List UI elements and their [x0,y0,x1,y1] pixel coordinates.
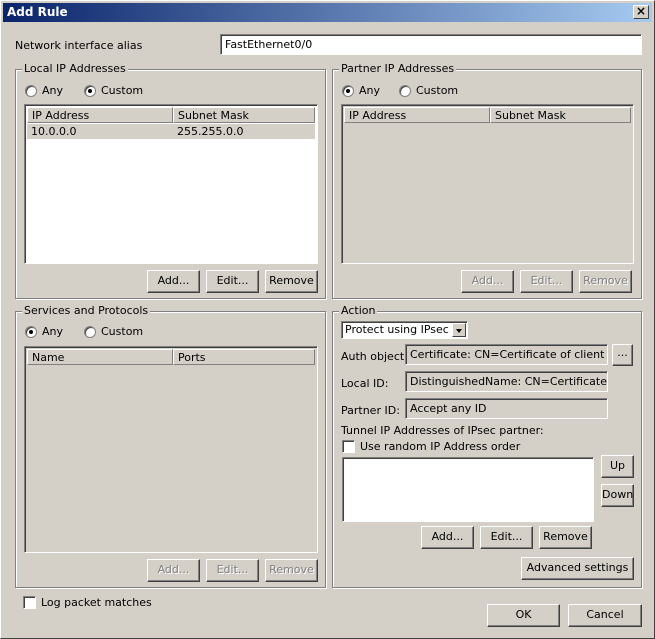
action-select[interactable]: Protect using IPsec [341,321,468,339]
local-ip-remove-button[interactable]: Remove [265,270,318,293]
radio-icon [399,84,411,97]
column-header-ip[interactable]: IP Address [27,107,173,123]
column-header-name[interactable]: Name [27,349,173,365]
services-any-label: Any [42,325,64,338]
add-rule-dialog: Add Rule × Network interface alias FastE… [0,0,655,639]
checkbox-icon [23,596,36,609]
radio-selected-icon [342,84,354,97]
alias-label: Network interface alias [15,39,143,52]
tunnel-edit-button[interactable]: Edit... [480,526,533,549]
ip-cell: 10.0.0.0 [31,125,77,138]
partner-ip-list[interactable]: IP Address Subnet Mask [341,104,634,264]
partner-id-label: Partner ID: [341,404,400,417]
local-ip-group-title: Local IP Addresses [22,62,128,75]
log-packet-matches-checkbox[interactable]: Log packet matches [23,596,152,609]
services-custom-label: Custom [101,325,144,338]
services-custom-radio[interactable]: Custom [84,325,143,338]
column-header-mask[interactable]: Subnet Mask [490,107,631,123]
radio-icon [84,325,96,338]
local-ip-edit-button[interactable]: Edit... [206,270,259,293]
title-bar[interactable]: Add Rule × [3,3,652,22]
partner-ip-remove-button[interactable]: Remove [579,270,632,293]
partner-ip-list-header: IP Address Subnet Mask [344,107,631,123]
tunnel-label: Tunnel IP Addresses of IPsec partner: [341,424,544,437]
services-add-button[interactable]: Add... [147,559,200,582]
tunnel-up-button[interactable]: Up [601,455,634,478]
checkbox-icon [342,440,355,453]
log-packet-matches-label: Log packet matches [41,596,152,609]
random-order-checkbox[interactable]: Use random IP Address order [342,440,520,453]
action-group-title: Action [339,304,378,317]
tunnel-remove-button[interactable]: Remove [539,526,592,549]
tunnel-address-list[interactable] [342,457,594,522]
chevron-down-icon[interactable] [452,323,466,337]
local-ip-add-button[interactable]: Add... [147,270,200,293]
radio-selected-icon [84,84,96,97]
local-id-label: Local ID: [341,377,389,390]
partner-ip-group: Partner IP Addresses Any Custom IP Addre… [332,62,642,299]
partner-ip-add-button[interactable]: Add... [461,270,514,293]
auth-object-label: Auth object: [341,350,408,363]
table-row[interactable]: 10.0.0.0 255.255.0.0 [27,124,315,139]
mask-cell: 255.255.0.0 [177,125,244,138]
local-ip-list[interactable]: IP Address Subnet Mask 10.0.0.0 255.255.… [24,104,318,264]
auth-object-field[interactable]: Certificate: CN=Certificate of client ga… [405,344,608,365]
services-any-radio[interactable]: Any [25,325,63,338]
radio-icon [25,84,37,97]
partner-ip-custom-label: Custom [416,84,459,97]
tunnel-down-button[interactable]: Down [601,484,634,507]
ok-button[interactable]: OK [487,604,560,627]
partner-ip-group-title: Partner IP Addresses [339,62,457,75]
window-title: Add Rule [7,5,68,19]
local-ip-custom-radio[interactable]: Custom [84,84,143,97]
local-ip-any-label: Any [42,84,64,97]
services-list[interactable]: Name Ports [24,346,318,553]
partner-ip-custom-radio[interactable]: Custom [399,84,458,97]
radio-selected-icon [25,325,37,338]
services-list-header: Name Ports [27,349,315,365]
services-edit-button[interactable]: Edit... [206,559,259,582]
local-ip-list-header: IP Address Subnet Mask [27,107,315,123]
services-group: Services and Protocols Any Custom Name P… [15,304,326,588]
partner-id-field[interactable]: Accept any ID [405,398,608,419]
tunnel-add-button[interactable]: Add... [421,526,474,549]
cancel-button[interactable]: Cancel [568,604,642,627]
random-order-label: Use random IP Address order [360,440,521,453]
close-icon[interactable]: × [633,5,649,19]
column-header-mask[interactable]: Subnet Mask [173,107,315,123]
services-remove-button[interactable]: Remove [265,559,318,582]
partner-ip-any-radio[interactable]: Any [342,84,380,97]
services-group-title: Services and Protocols [22,304,151,317]
advanced-settings-button[interactable]: Advanced settings [521,557,634,580]
action-group: Action Protect using IPsec Auth object: … [332,304,642,588]
column-header-ports[interactable]: Ports [173,349,315,365]
local-id-field[interactable]: DistinguishedName: CN=Certificate of cl [405,371,608,392]
local-ip-any-radio[interactable]: Any [25,84,63,97]
auth-object-browse-button[interactable]: ... [612,344,633,366]
local-ip-group: Local IP Addresses Any Custom IP Address… [15,62,326,299]
local-ip-custom-label: Custom [101,84,144,97]
partner-ip-edit-button[interactable]: Edit... [520,270,573,293]
alias-input[interactable]: FastEthernet0/0 [220,34,642,55]
action-select-value: Protect using IPsec [345,323,449,336]
column-header-ip[interactable]: IP Address [344,107,490,123]
partner-ip-any-label: Any [359,84,381,97]
